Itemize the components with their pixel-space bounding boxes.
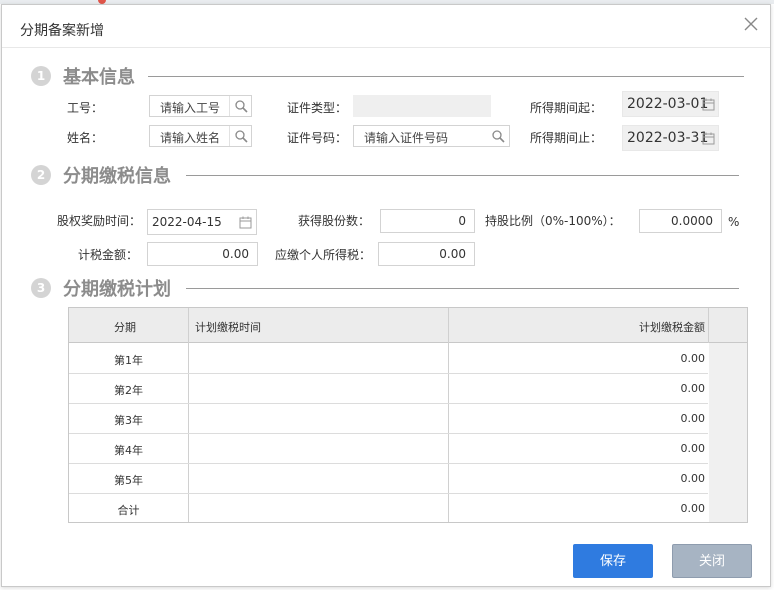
column-header-period: 分期 [114,321,136,334]
plan-table: 分期 计划缴税时间 计划缴税金额 第1年 0.00 第2年 0.00 第3年 0… [68,307,748,523]
ratio-label: 持股比例（0%-100%）： [485,214,621,228]
period-start-label: 所得期间起： [530,101,603,115]
calendar-icon[interactable] [239,216,252,229]
period-end-value: 2022-03-31 [627,130,709,146]
emp-no-label: 工号： [67,101,104,115]
column-header-date: 计划缴税时间 [195,321,261,334]
table-scroll-gutter [709,343,747,522]
column-header-amount: 计划缴税金额 [639,321,705,334]
section-number-badge: 1 [31,66,51,86]
shares-label: 获得股份数： [298,214,371,228]
name-label: 姓名： [67,131,104,145]
period-cell: 第1年 [114,354,143,367]
section-installment-info: 2 分期缴税信息 [2,165,770,193]
period-start-date[interactable]: 2022-03-01 [622,91,719,117]
close-icon[interactable] [740,13,762,35]
table-total-row: 合计 0.00 [69,494,708,524]
tax-due-label: 应缴个人所得税： [275,248,372,262]
section-divider [186,288,739,289]
period-cell: 第5年 [114,474,143,487]
installment-record-dialog: 分期备案新增 1 基本信息 工号： 请输入工号 姓名： 请输入姓名 证件类型： … [1,4,771,587]
dialog-title: 分期备案新增 [20,23,104,39]
ratio-value: 0.0000 [671,214,713,228]
calendar-icon[interactable] [702,98,715,111]
taxable-value: 0.00 [222,247,249,261]
period-start-value: 2022-03-01 [627,96,709,112]
period-cell: 第3年 [114,414,143,427]
section-divider [148,76,744,77]
taxable-input[interactable]: 0.00 [147,242,258,266]
grant-date-input[interactable]: 2022-04-15 [147,209,257,235]
table-row[interactable]: 第3年 0.00 [69,404,708,434]
column-divider [708,308,709,343]
section-number-badge: 3 [31,278,51,298]
amount-cell: 0.00 [680,412,706,425]
table-row[interactable]: 第2年 0.00 [69,374,708,404]
amount-cell: 0.00 [680,382,706,395]
period-cell: 第4年 [114,444,143,457]
section-plan: 3 分期缴税计划 [2,278,770,306]
table-row[interactable]: 第5年 0.00 [69,464,708,494]
section-basic-info: 1 基本信息 [2,66,770,94]
tax-due-value: 0.00 [439,247,466,261]
ratio-unit: % [728,215,740,229]
close-button[interactable]: 关闭 [672,544,752,578]
emp-no-placeholder: 请输入工号 [160,101,221,115]
amount-cell: 0.00 [680,472,706,485]
period-cell: 第2年 [114,384,143,397]
section-number-badge: 2 [31,165,51,185]
search-icon[interactable] [229,96,251,116]
table-row[interactable]: 第1年 0.00 [69,344,708,374]
shares-value: 0 [458,214,466,228]
emp-no-input[interactable]: 请输入工号 [149,95,252,117]
name-input[interactable]: 请输入姓名 [149,125,252,147]
period-end-label: 所得期间止： [530,131,603,145]
table-header: 分期 计划缴税时间 计划缴税金额 [69,308,747,343]
grant-date-label: 股权奖励时间： [57,214,142,228]
tax-due-input[interactable]: 0.00 [378,242,475,266]
section-title: 分期缴税信息 [63,166,171,187]
section-divider [186,175,739,176]
id-no-placeholder: 请输入证件号码 [364,131,449,145]
calendar-icon[interactable] [702,132,715,145]
amount-cell: 0.00 [680,442,706,455]
save-button[interactable]: 保存 [573,544,653,578]
section-title: 基本信息 [63,67,135,88]
id-no-input[interactable]: 请输入证件号码 [353,125,510,147]
table-row[interactable]: 第4年 0.00 [69,434,708,464]
id-type-label: 证件类型： [287,101,348,115]
amount-cell: 0.00 [680,502,706,515]
grant-date-value: 2022-04-15 [152,215,222,229]
period-cell: 合计 [117,504,140,517]
name-placeholder: 请输入姓名 [160,131,221,145]
id-no-label: 证件号码： [287,131,348,145]
section-title: 分期缴税计划 [63,279,171,300]
period-end-date[interactable]: 2022-03-31 [622,125,719,151]
id-type-select[interactable] [353,95,491,117]
search-icon[interactable] [487,126,509,146]
taxable-label: 计税金额： [78,248,139,262]
amount-cell: 0.00 [680,352,706,365]
shares-input[interactable]: 0 [380,209,475,233]
dialog-header: 分期备案新增 [2,5,770,48]
ratio-input[interactable]: 0.0000 [639,209,722,233]
search-icon[interactable] [229,126,251,146]
